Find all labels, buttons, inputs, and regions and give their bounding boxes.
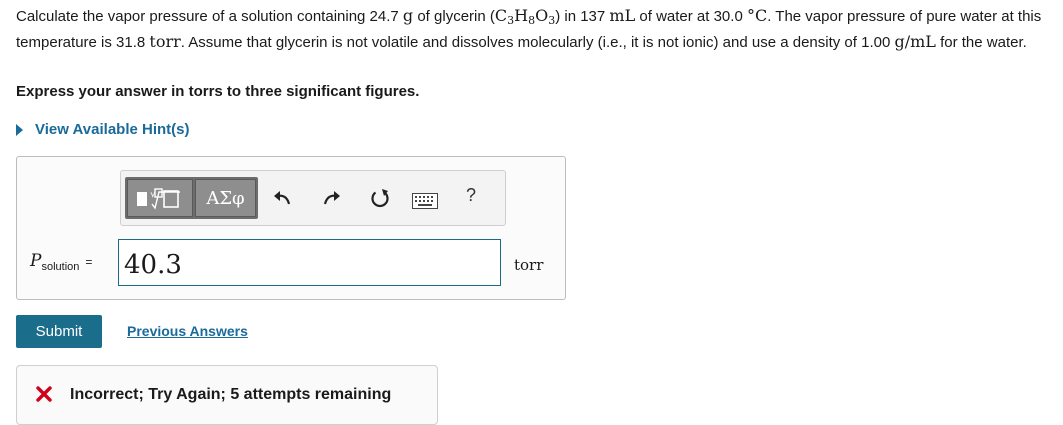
answer-panel: √ ΑΣφ ? Psolution = 40.3 torr — [16, 156, 566, 300]
answer-variable-label: Psolution = — [30, 251, 92, 273]
unit-density: g/mL — [894, 32, 936, 51]
unit-torr: torr — [149, 32, 181, 51]
question-text-part: Calculate the vapor pressure of a soluti… — [16, 8, 399, 25]
view-hints-link[interactable]: View Available Hint(s) — [16, 121, 190, 138]
equals-sign: = — [85, 255, 93, 269]
unit-milliliter: mL — [609, 6, 636, 25]
unit-gram: g — [402, 6, 414, 25]
answer-input[interactable] — [118, 239, 501, 286]
question-text-part: of glycerin ( — [417, 8, 495, 25]
view-hints-label: View Available Hint(s) — [35, 121, 190, 138]
question-text-part: for the water. — [940, 34, 1027, 51]
feedback-message: Incorrect; Try Again; 5 attempts remaini… — [70, 386, 392, 403]
templates-button[interactable]: √ — [127, 179, 193, 217]
x-icon — [36, 386, 52, 402]
keyboard-icon[interactable] — [412, 193, 438, 209]
variable-subscript: solution — [41, 261, 80, 273]
unit-celsius: °C — [746, 6, 768, 25]
feedback-box: Incorrect; Try Again; 5 attempts remaini… — [16, 365, 438, 425]
help-icon[interactable]: ? — [466, 185, 476, 206]
answer-instruction: Express your answer in torrs to three si… — [16, 83, 420, 100]
submit-button[interactable]: Submit — [16, 315, 102, 348]
undo-icon[interactable] — [271, 188, 293, 208]
question-text-part: ) in 137 — [555, 8, 606, 25]
math-toolbar: √ ΑΣφ ? — [120, 170, 506, 226]
toolbar-button-group: √ ΑΣφ — [125, 177, 258, 219]
question-text-part: . Assume that glycerin is not volatile a… — [180, 34, 891, 51]
variable-symbol: P — [30, 251, 42, 271]
caret-right-icon — [16, 123, 23, 136]
reset-icon[interactable] — [369, 188, 391, 210]
templates-icon: √ — [137, 188, 180, 210]
question-text-part: of water at 30.0 — [639, 8, 743, 25]
redo-icon[interactable] — [321, 188, 343, 208]
answer-unit: torr — [514, 256, 544, 274]
svg-text:√: √ — [150, 189, 157, 200]
previous-answers-link[interactable]: Previous Answers — [127, 323, 248, 339]
question-text: Calculate the vapor pressure of a soluti… — [16, 5, 1061, 53]
greek-letters-icon: ΑΣφ — [206, 187, 245, 209]
greek-letters-button[interactable]: ΑΣφ — [195, 179, 256, 217]
chemical-formula: C3H8O3 — [494, 6, 556, 27]
